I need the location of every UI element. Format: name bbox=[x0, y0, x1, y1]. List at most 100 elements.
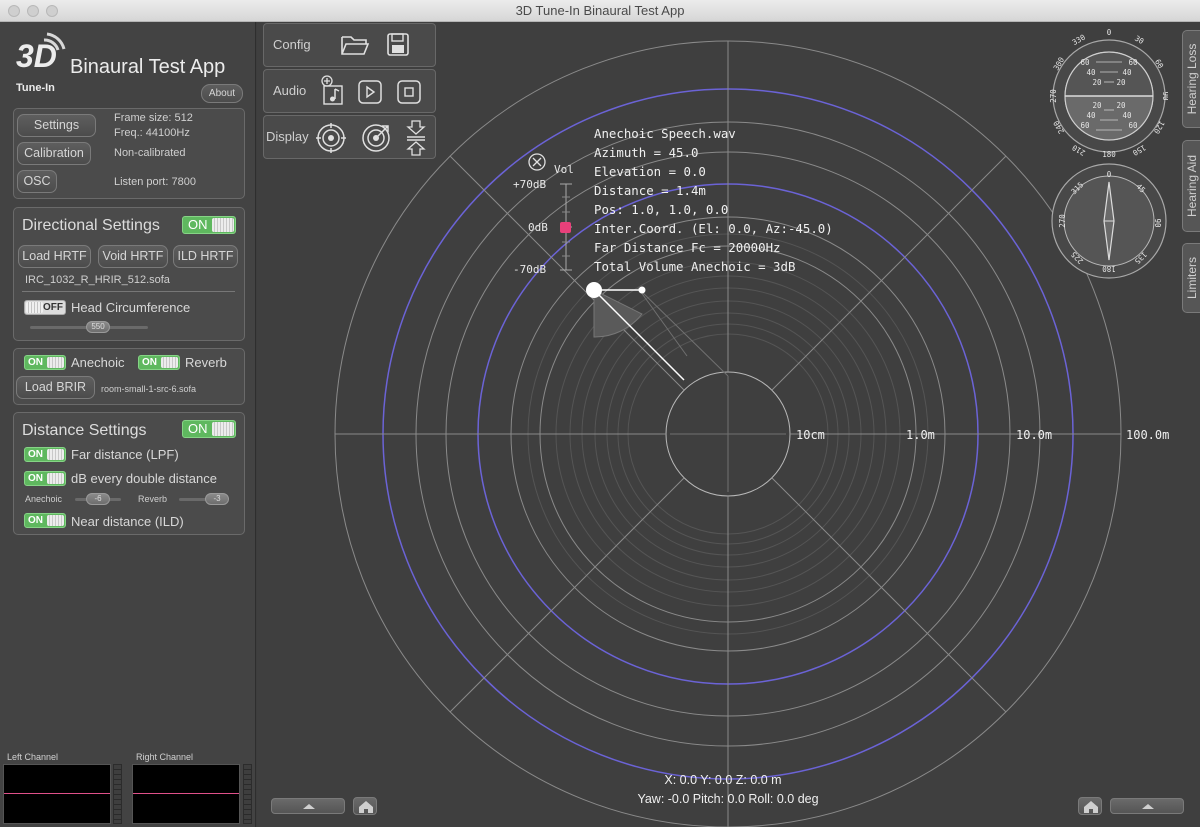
ring-label-100m: 100.0m bbox=[1126, 428, 1170, 442]
svg-text:60: 60 bbox=[1128, 121, 1138, 130]
home-icon bbox=[1084, 801, 1098, 813]
window-title: 3D Tune-In Binaural Test App bbox=[515, 3, 685, 18]
azimuth-compass: 0 45 90 135 180 225 270 315 bbox=[1051, 163, 1167, 279]
source-elevation: Elevation = 0.0 bbox=[594, 164, 706, 179]
settings-button[interactable]: Settings bbox=[17, 114, 96, 137]
home-icon bbox=[359, 801, 373, 813]
open-folder-icon[interactable] bbox=[340, 33, 370, 57]
head-circumference-toggle[interactable]: OFF bbox=[24, 300, 66, 315]
stop-icon[interactable] bbox=[397, 80, 421, 104]
void-hrtf-button[interactable]: Void HRTF bbox=[98, 245, 168, 268]
anechoic-toggle[interactable]: ON bbox=[24, 355, 66, 370]
reverb-toggle[interactable]: ON bbox=[138, 355, 180, 370]
reverb-attenuation-slider[interactable]: -3 bbox=[179, 493, 229, 505]
slider-knob[interactable]: 550 bbox=[86, 321, 110, 333]
elevation-gauge: 0 30 60 90 120 150 180 210 240 270 300 3… bbox=[1050, 28, 1168, 158]
source-azimuth: Azimuth = 45.0 bbox=[594, 145, 699, 160]
toggle-label: ON bbox=[28, 473, 43, 484]
tab-label: Limiters bbox=[1184, 256, 1199, 300]
limiters-tab[interactable]: Limiters bbox=[1182, 243, 1200, 313]
ild-hrtf-button[interactable]: ILD HRTF bbox=[173, 245, 238, 268]
ring-label-10m: 10.0m bbox=[1016, 428, 1053, 442]
right-channel-scope bbox=[132, 764, 240, 824]
home-left-button[interactable] bbox=[353, 797, 377, 815]
rotate-view-icon[interactable] bbox=[360, 122, 392, 154]
audio-label: Audio bbox=[273, 83, 307, 98]
save-icon[interactable] bbox=[386, 32, 410, 58]
directional-toggle[interactable]: ON bbox=[182, 216, 236, 234]
anechoic-slider-label: Anechoic bbox=[25, 494, 63, 504]
home-right-button[interactable] bbox=[1078, 797, 1102, 815]
source-orientation-handle[interactable] bbox=[638, 286, 646, 294]
head-circumference-slider[interactable]: 550 bbox=[30, 321, 148, 333]
far-distance-label: Far distance (LPF) bbox=[71, 447, 179, 462]
ring-label-10cm: 10cm bbox=[796, 428, 825, 442]
far-distance-toggle[interactable]: ON bbox=[24, 447, 66, 462]
toggle-label: ON bbox=[188, 421, 208, 436]
compass-angle: 0 bbox=[1107, 170, 1112, 179]
hrtf-file-name: IRC_1032_R_HRIR_512.sofa bbox=[25, 274, 170, 286]
svg-text:40: 40 bbox=[1086, 111, 1096, 120]
svg-text:40: 40 bbox=[1122, 111, 1132, 120]
reverb-label: Reverb bbox=[185, 355, 227, 370]
gauge-angle: 270 bbox=[1050, 89, 1058, 103]
volume-min-label: -70dB bbox=[513, 263, 547, 276]
app-name: Binaural Test App bbox=[70, 56, 226, 78]
config-label: Config bbox=[273, 37, 311, 52]
svg-text:20: 20 bbox=[1092, 101, 1102, 110]
osc-button[interactable]: OSC bbox=[17, 170, 57, 193]
calibration-button[interactable]: Calibration bbox=[17, 142, 91, 165]
compass-angle: 180 bbox=[1102, 264, 1116, 273]
directional-settings-heading: Directional Settings bbox=[22, 217, 160, 234]
hearing-loss-tab[interactable]: Hearing Loss bbox=[1182, 30, 1200, 128]
compass-angle: 270 bbox=[1058, 214, 1067, 228]
hearing-aid-tab[interactable]: Hearing Aid bbox=[1182, 140, 1200, 232]
tab-label: Hearing Loss bbox=[1184, 43, 1199, 115]
frame-size-text: Frame size: 512 bbox=[114, 112, 193, 124]
gauge-angle: 30 bbox=[1133, 34, 1146, 47]
zoom-fit-icon[interactable] bbox=[406, 119, 426, 157]
db-double-distance-toggle[interactable]: ON bbox=[24, 471, 66, 486]
source-far-distance-fc: Far Distance Fc = 20000Hz bbox=[594, 240, 781, 255]
load-brir-button[interactable]: Load BRIR bbox=[16, 376, 95, 399]
near-distance-toggle[interactable]: ON bbox=[24, 513, 66, 528]
listener-position: X: 0.0 Y: 0.0 Z: 0.0 m bbox=[664, 773, 782, 787]
sound-source-handle[interactable] bbox=[586, 282, 602, 298]
toggle-label: ON bbox=[28, 357, 43, 368]
gauge-angle: 90 bbox=[1161, 91, 1168, 101]
reset-view-icon[interactable] bbox=[315, 122, 347, 154]
toggle-label: ON bbox=[188, 217, 208, 232]
logo-tagline: Tune-In bbox=[16, 82, 55, 94]
anechoic-attenuation-slider[interactable]: -6 bbox=[75, 493, 121, 505]
add-audio-source-icon[interactable] bbox=[320, 74, 346, 106]
listen-port-text: Listen port: 7800 bbox=[114, 176, 196, 188]
head-circumference-label: Head Circumference bbox=[71, 300, 191, 315]
volume-marker[interactable] bbox=[560, 222, 571, 233]
distance-settings-heading: Distance Settings bbox=[22, 422, 147, 439]
axis-line bbox=[449, 477, 685, 713]
logo-mark: 3D bbox=[16, 38, 57, 74]
display-label: Display bbox=[266, 129, 309, 144]
axis-line bbox=[771, 477, 1007, 713]
left-channel-label: Left Channel bbox=[7, 752, 59, 762]
slider-knob[interactable]: -3 bbox=[205, 493, 229, 505]
left-channel-scope bbox=[3, 764, 111, 824]
expand-left-button[interactable] bbox=[271, 798, 345, 814]
right-level-meter bbox=[243, 764, 252, 824]
expand-right-button[interactable] bbox=[1110, 798, 1184, 814]
near-distance-label: Near distance (ILD) bbox=[71, 514, 184, 529]
toggle-label: ON bbox=[142, 357, 157, 368]
right-channel-label: Right Channel bbox=[136, 752, 194, 762]
slider-knob[interactable]: -6 bbox=[86, 493, 110, 505]
left-level-meter bbox=[113, 764, 122, 824]
load-hrtf-button[interactable]: Load HRTF bbox=[18, 245, 91, 268]
about-button[interactable]: About bbox=[201, 84, 243, 103]
volume-max-label: +70dB bbox=[513, 178, 547, 191]
tab-label: Hearing Aid bbox=[1184, 154, 1199, 218]
source-position: Pos: 1.0, 1.0, 0.0 bbox=[594, 202, 729, 217]
play-icon[interactable] bbox=[358, 80, 382, 104]
app-logo: 3D Tune-In bbox=[14, 32, 66, 94]
reverb-slider-label: Reverb bbox=[138, 494, 168, 504]
listener-orientation: Yaw: -0.0 Pitch: 0.0 Roll: 0.0 deg bbox=[637, 792, 819, 806]
distance-toggle[interactable]: ON bbox=[182, 420, 236, 438]
